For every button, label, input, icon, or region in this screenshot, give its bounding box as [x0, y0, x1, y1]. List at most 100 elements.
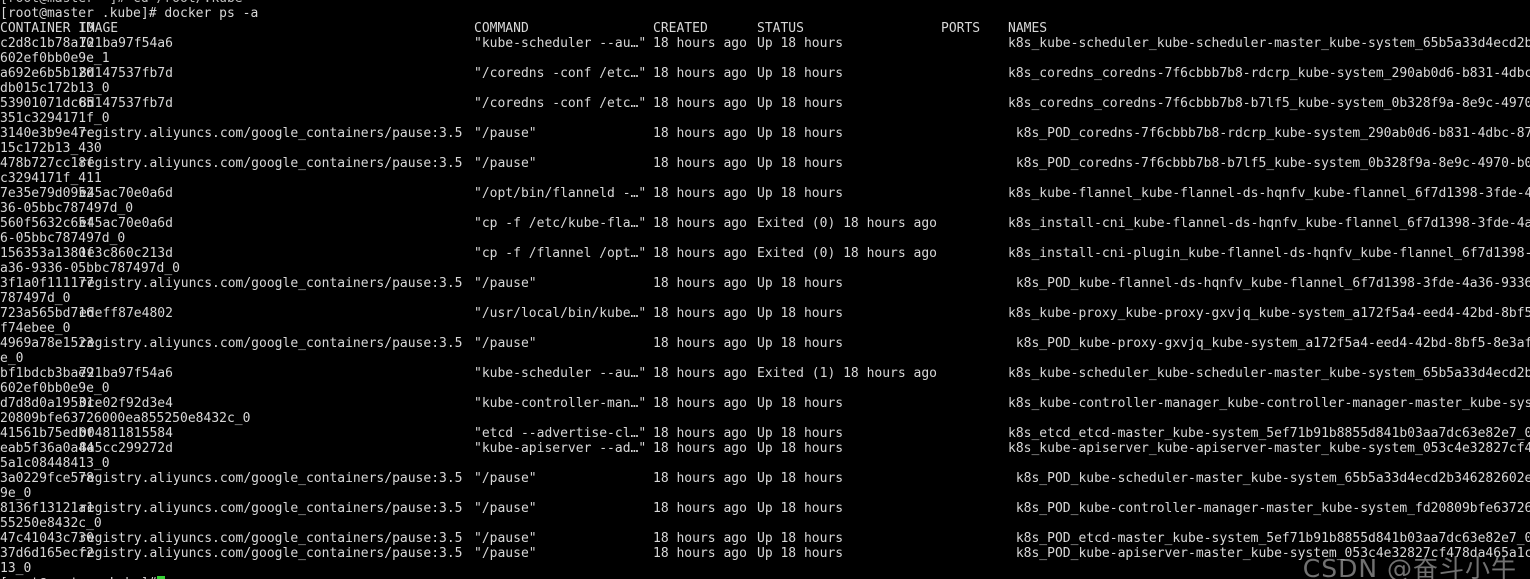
table-header-row: CONTAINER ID IMAGE COMMAND CREATED STATU… — [0, 21, 1530, 36]
table-row: 7e35e79d0952 e45ac70e0a6d "/opt/bin/flanne… — [0, 186, 1530, 201]
terminal-window[interactable]: [root@master ~]# cd /root/.kube [root@ma… — [0, 0, 1530, 579]
cell-status: Up 18 hours — [757, 66, 844, 81]
table-row-wrap: 602ef0bb0e9e_0 — [0, 381, 110, 396]
table-row-wrap: 602ef0bb0e9e_1 — [0, 51, 110, 66]
cell-names: k8s_POD_coredns-7f6cbbb7b8-b7lf5_kube-sy… — [1008, 156, 1530, 171]
cell-image: edeff87e4802 — [79, 306, 173, 321]
cell-status: Up 18 hours — [757, 156, 844, 171]
table-row: 53901071dc65 8d147537fb7d "/coredns -conf … — [0, 96, 1530, 111]
cell-created: 18 hours ago — [653, 426, 747, 441]
cell-command: "/pause" — [474, 126, 537, 141]
table-row: c2d8c1b78a10 721ba97f54a6 "kube-scheduler … — [0, 36, 1530, 51]
table-row: 37d6d165ecf2 registry.aliyuncs.com/google… — [0, 546, 1530, 561]
cell-created: 18 hours ago — [653, 216, 747, 231]
cell-status: Up 18 hours — [757, 186, 844, 201]
table-row-wrap: 351c3294171f_0 — [0, 111, 110, 126]
table-row-wrap: 20809bfe63726000ea855250e8432c_0 — [0, 411, 251, 426]
cell-created: 18 hours ago — [653, 276, 747, 291]
table-row: a692e6b5b120 8d147537fb7d "/coredns -conf … — [0, 66, 1530, 81]
cell-names: k8s_kube-apiserver_kube-apiserver-master… — [1008, 441, 1530, 456]
cell-image: 721ba97f54a6 — [79, 36, 173, 51]
cell-image: registry.aliyuncs.com/google_containers/… — [79, 501, 463, 516]
table-row: eab5f36a0a44 8a5cc299272d "kube-apiserver … — [0, 441, 1530, 456]
cell-status: Up 18 hours — [757, 336, 844, 351]
table-row: 478b727cc18f registry.aliyuncs.com/google… — [0, 156, 1530, 171]
cell-names: k8s_install-cni_kube-flannel-ds-hqnfv_ku… — [1008, 216, 1530, 231]
table-row-wrap: 787497d_0 — [0, 291, 71, 306]
cell-image: 8d147537fb7d — [79, 96, 173, 111]
cell-created: 18 hours ago — [653, 501, 747, 516]
cell-names: k8s_kube-proxy_kube-proxy-gxvjq_kube-sys… — [1008, 306, 1530, 321]
cell-image: registry.aliyuncs.com/google_containers/… — [79, 276, 463, 291]
cell-image: e45ac70e0a6d — [79, 216, 173, 231]
cell-image: 004811815584 — [79, 426, 173, 441]
table-row-wrap: 55250e8432c_0 — [0, 516, 102, 531]
header-image: IMAGE — [79, 21, 119, 36]
cell-command: "/coredns -conf /etc…" — [474, 96, 647, 111]
cell-status: Up 18 hours — [757, 441, 844, 456]
cell-names: k8s_kube-scheduler_kube-scheduler-master… — [1008, 36, 1530, 51]
cell-status: Exited (0) 18 hours ago — [757, 246, 938, 261]
cell-command: "kube-controller-man…" — [474, 396, 647, 411]
cell-image: 0ce02f92d3e4 — [79, 396, 173, 411]
cell-created: 18 hours ago — [653, 441, 747, 456]
cell-names: k8s_POD_kube-apiserver-master_kube-syste… — [1008, 546, 1530, 561]
cell-image: 8a5cc299272d — [79, 441, 173, 456]
header-command: COMMAND — [474, 21, 529, 36]
docker-ps-output: c2d8c1b78a10 721ba97f54a6 "kube-scheduler … — [0, 36, 1530, 576]
cell-created: 18 hours ago — [653, 306, 747, 321]
cell-names: k8s_install-cni-plugin_kube-flannel-ds-h… — [1008, 246, 1530, 261]
table-row: 47c41043c730 registry.aliyuncs.com/google… — [0, 531, 1530, 546]
cell-image: 8d147537fb7d — [79, 66, 173, 81]
cell-image: 721ba97f54a6 — [79, 366, 173, 381]
table-row: 8136f13121a1 registry.aliyuncs.com/google… — [0, 501, 1530, 516]
table-row: 723a565bd716 edeff87e4802 "/usr/local/bin/… — [0, 306, 1530, 321]
cell-image: e45ac70e0a6d — [79, 186, 173, 201]
cell-names: k8s_POD_coredns-7f6cbbb7b8-rdcrp_kube-sy… — [1008, 126, 1530, 141]
cell-command: "/usr/local/bin/kube…" — [474, 306, 647, 321]
cell-names: k8s_POD_kube-proxy-gxvjq_kube-system_a17… — [1008, 336, 1530, 351]
table-row-wrap: e_0 — [0, 351, 24, 366]
cell-status: Up 18 hours — [757, 96, 844, 111]
cell-status: Up 18 hours — [757, 546, 844, 561]
table-row-wrap: 36-05bbc787497d_0 — [0, 201, 134, 216]
table-row: 41561b75edbf 004811815584 "etcd --advertis… — [0, 426, 1530, 441]
cell-command: "etcd --advertise-cl…" — [474, 426, 647, 441]
header-status: STATUS — [757, 21, 804, 36]
cell-created: 18 hours ago — [653, 531, 747, 546]
cell-created: 18 hours ago — [653, 246, 747, 261]
table-row: 560f5632c65f e45ac70e0a6d "cp -f /etc/kube… — [0, 216, 1530, 231]
cell-command: "/pause" — [474, 546, 537, 561]
table-row-wrap: c3294171f_411 — [0, 171, 102, 186]
cell-names: k8s_kube-flannel_kube-flannel-ds-hqnfv_k… — [1008, 186, 1530, 201]
cell-status: Up 18 hours — [757, 426, 844, 441]
header-ports: PORTS — [941, 21, 981, 36]
cell-created: 18 hours ago — [653, 396, 747, 411]
cell-status: Up 18 hours — [757, 396, 844, 411]
cell-command: "/pause" — [474, 276, 537, 291]
cell-command: "/pause" — [474, 531, 537, 546]
table-row-wrap: a36-9336-05bbc787497d_0 — [0, 261, 181, 276]
table-row: 3f1a0f111177 registry.aliyuncs.com/google… — [0, 276, 1530, 291]
header-created: CREATED — [653, 21, 708, 36]
cell-created: 18 hours ago — [653, 471, 747, 486]
table-row: 4969a78e1523 registry.aliyuncs.com/google… — [0, 336, 1530, 351]
cell-created: 18 hours ago — [653, 66, 747, 81]
table-row-wrap: 13_0 — [0, 561, 32, 576]
cell-command: "kube-scheduler --au…" — [474, 366, 647, 381]
cell-names: k8s_etcd_etcd-master_kube-system_5ef71b9… — [1008, 426, 1530, 441]
cell-image: registry.aliyuncs.com/google_containers/… — [79, 546, 463, 561]
cell-command: "/pause" — [474, 156, 537, 171]
cell-status: Up 18 hours — [757, 306, 844, 321]
cell-names: k8s_coredns_coredns-7f6cbbb7b8-rdcrp_kub… — [1008, 66, 1530, 81]
table-row-wrap: 5a1c08448413_0 — [0, 456, 110, 471]
cell-created: 18 hours ago — [653, 156, 747, 171]
cell-names: k8s_coredns_coredns-7f6cbbb7b8-b7lf5_kub… — [1008, 96, 1530, 111]
cell-status: Up 18 hours — [757, 126, 844, 141]
table-row-wrap: 6-05bbc787497d_0 — [0, 231, 126, 246]
cell-status: Up 18 hours — [757, 276, 844, 291]
cell-image: registry.aliyuncs.com/google_containers/… — [79, 126, 463, 141]
cell-command: "kube-scheduler --au…" — [474, 36, 647, 51]
cell-status: Up 18 hours — [757, 501, 844, 516]
cell-image: 1e3c860c213d — [79, 246, 173, 261]
